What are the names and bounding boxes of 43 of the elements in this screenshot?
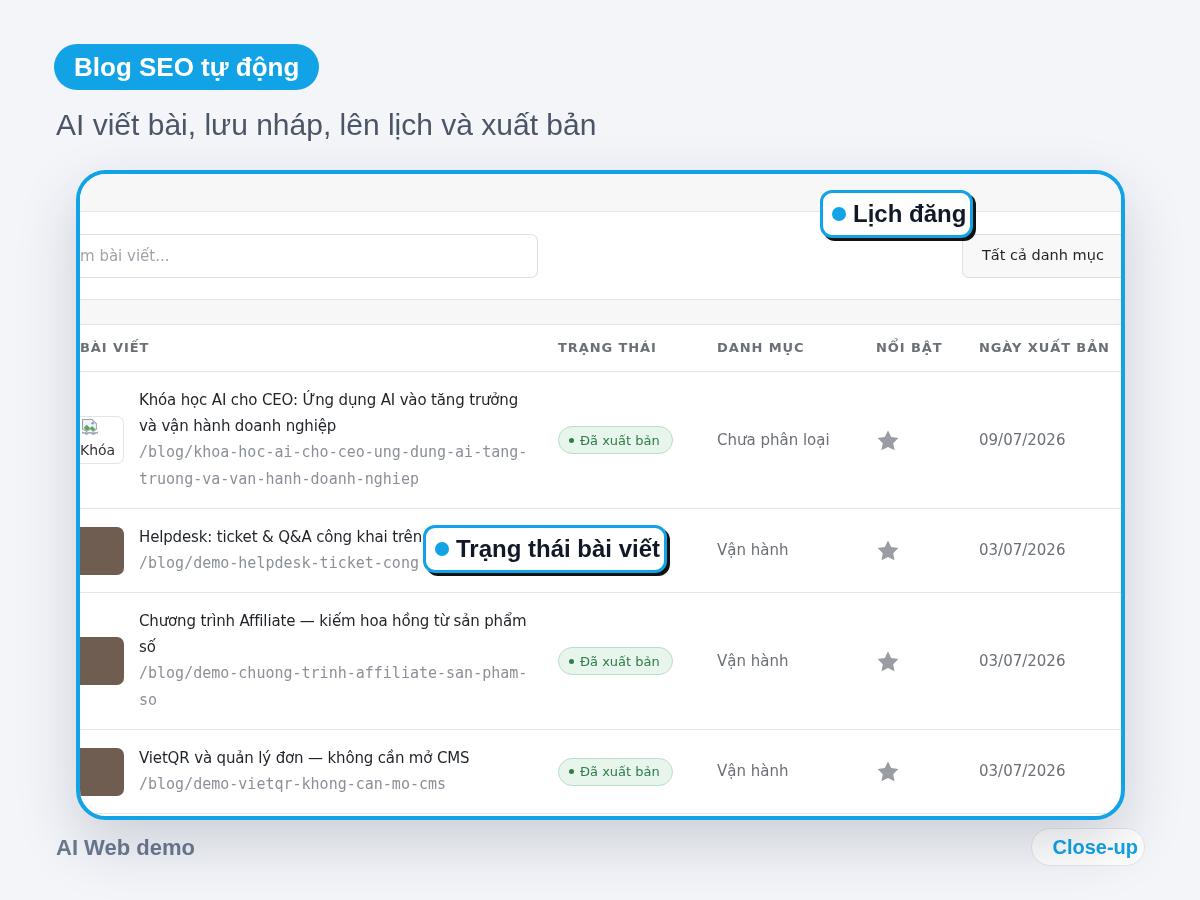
category-text: Chưa phân loại — [717, 429, 830, 451]
date-text: 03/07/2026 — [979, 650, 1066, 672]
caption-text: AI Web demo — [56, 833, 195, 862]
star-icon[interactable] — [877, 650, 899, 672]
column-header: TRẠNG THÁI — [558, 339, 657, 358]
post-title[interactable]: Helpdesk: ticket & Q&A công khai trên — [139, 524, 423, 550]
broken-image-icon — [82, 419, 98, 435]
post-title[interactable]: Khóa học AI cho CEO: Ứng dụng AI vào tăng trưởng và vận hành doanh nghiệp — [139, 387, 537, 439]
dot-icon — [435, 542, 449, 556]
star-icon[interactable] — [877, 540, 899, 561]
category-text: Vận hành — [717, 540, 789, 562]
image-alt-text: Khóa — [80, 441, 116, 459]
column-header: NGÀY XUẤT BẢN — [979, 338, 1110, 358]
view-tag: Close-up — [1031, 828, 1145, 866]
column-header: NỔI BẬT — [876, 338, 943, 358]
status-badge: Đã xuất bản — [558, 757, 673, 786]
search-field[interactable]: m bài viết... — [80, 233, 538, 278]
post-slug: /blog/demo-chuong-trinh-affiliate-san-pham-so — [139, 663, 529, 711]
post-slug: /blog/khoa-hoc-ai-cho-ceo-ung-dung-ai-tang-truong-va-van-hanh-doanh-nghiep — [139, 442, 529, 490]
photo-placeholder — [80, 747, 124, 796]
post-slug: /blog/demo-vietqr-khong-can-mo-cms — [139, 774, 447, 795]
star-icon[interactable] — [877, 429, 899, 451]
photo-placeholder — [80, 526, 124, 575]
column-header: BÀI VIẾT — [80, 338, 150, 358]
category-dropdown[interactable]: Tất cả danh mục — [962, 233, 1121, 278]
category-text: Vận hành — [717, 650, 789, 672]
subtitle-text: AI viết bài, lưu nháp, lên lịch và xuất bản — [56, 108, 597, 142]
category-text: Vận hành — [717, 761, 789, 783]
photo-placeholder — [80, 637, 124, 685]
date-text: 09/07/2026 — [979, 429, 1066, 451]
callout-text: Lịch đăng — [853, 199, 967, 229]
star-icon[interactable] — [877, 761, 899, 782]
callout-text: Trạng thái bài viết — [456, 534, 661, 564]
post-title[interactable]: Chương trình Affiliate — kiếm hoa hồng từ sản phẩm số — [139, 608, 537, 660]
status-badge: Đã xuất bản — [558, 426, 673, 455]
topic-tag: Blog SEO tự động — [54, 44, 320, 90]
post-slug: /blog/demo-helpdesk-ticket-cong — [139, 553, 419, 574]
status-badge: Đã xuất bản — [558, 647, 673, 676]
post-title[interactable]: VietQR và quản lý đơn — không cần mở CMS — [139, 745, 470, 771]
date-text: 03/07/2026 — [979, 761, 1066, 783]
date-text: 03/07/2026 — [979, 540, 1066, 562]
column-header: DANH MỤC — [717, 339, 805, 358]
dot-icon — [832, 207, 846, 221]
